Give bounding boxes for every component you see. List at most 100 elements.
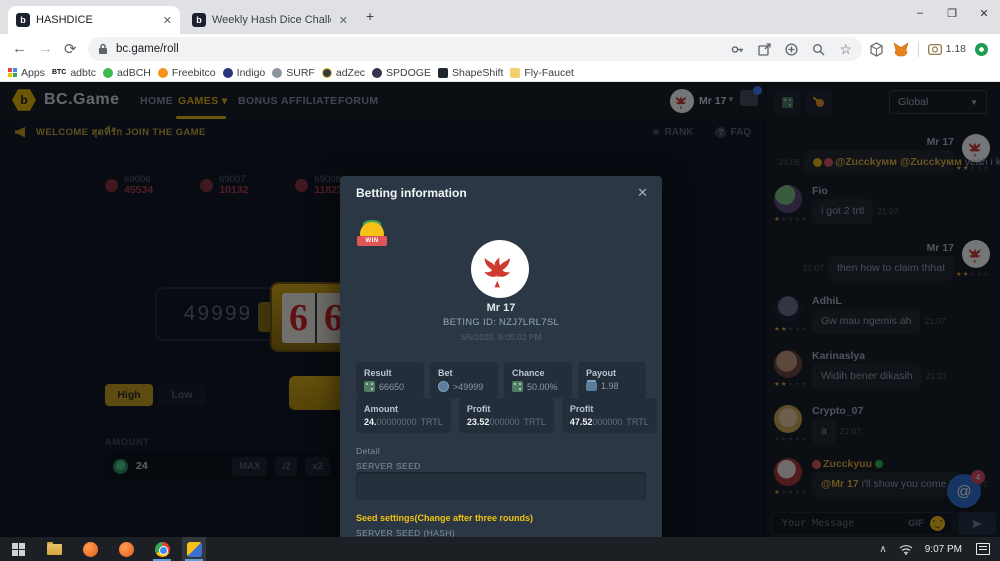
card-value: >49999 [453, 382, 483, 392]
tab-hashdice[interactable]: b HASHDICE ✕ [8, 6, 180, 34]
clock[interactable]: 9:07 PM [925, 544, 962, 555]
tab-title: HASHDICE [36, 14, 155, 26]
refresh-icon[interactable]: ⟳ [64, 40, 77, 58]
bcgame-favicon: b [16, 13, 30, 27]
seed-settings-label: Seed settings(Change after three rounds) [356, 513, 533, 523]
app-icon [119, 542, 134, 557]
bookmark-surf[interactable]: SURF [272, 67, 315, 79]
price-ticker-extension[interactable]: 1.18 [928, 43, 966, 55]
tab-strip: b HASHDICE ✕ b Weekly Hash Dice Challeng… [0, 0, 1000, 34]
server-seed-label: SERVER SEED [356, 461, 421, 471]
window-minimize-button[interactable]: – [904, 0, 936, 26]
coin-icon [438, 381, 449, 392]
card-label: Profit [467, 404, 546, 414]
server-seed-field[interactable] [356, 472, 646, 500]
bookmark-adzec[interactable]: adZec [322, 67, 365, 79]
bet-timestamp: 3/5/2020, 9:05:02 PM [340, 332, 662, 342]
currency-unit: TRTL [626, 417, 648, 427]
bookmark-label: ShapeShift [452, 67, 503, 79]
new-tab-button[interactable]: + [366, 8, 374, 24]
address-bar[interactable]: bc.game/roll ☆ [88, 37, 862, 61]
card-value: 50.00% [527, 382, 558, 392]
adblock-icon[interactable] [785, 43, 798, 56]
ticker-icon [928, 44, 942, 55]
bookmark-apps[interactable]: Apps [8, 67, 45, 79]
amount-strong: 24. [364, 417, 377, 427]
win-badge: WIN [357, 220, 387, 250]
zoom-icon[interactable] [812, 43, 825, 56]
win-ribbon: WIN [357, 236, 387, 246]
bookmark-label: Apps [21, 67, 45, 79]
bookmark-shapeshift[interactable]: ShapeShift [438, 67, 503, 79]
share-icon[interactable] [758, 43, 771, 56]
taskbar-app-2[interactable] [114, 537, 138, 561]
bookmark-label: adZec [336, 67, 365, 79]
card-label: Chance [512, 368, 564, 378]
flyfaucet-icon [510, 68, 520, 78]
active-app-button[interactable] [182, 537, 206, 561]
window-maximize-button[interactable]: ❐ [936, 0, 968, 26]
back-icon[interactable]: ← [12, 40, 27, 57]
forward-icon[interactable]: → [38, 40, 53, 57]
bookmark-label: Freebitco [172, 67, 216, 79]
tab-close-icon[interactable]: ✕ [163, 14, 172, 27]
extension-cube-icon[interactable] [869, 42, 884, 57]
tab-close-icon[interactable]: ✕ [339, 14, 348, 27]
spdoge-icon [372, 68, 382, 78]
bookmark-indigo[interactable]: Indigo [223, 67, 266, 79]
green-extension-icon[interactable] [975, 43, 988, 56]
amount-rest: 00000000 [377, 417, 417, 427]
card-label: Result [364, 368, 416, 378]
phoenix-icon [478, 247, 522, 291]
tab-challenge[interactable]: b Weekly Hash Dice Challenge - Se ✕ [184, 6, 356, 34]
file-explorer-button[interactable] [42, 537, 66, 561]
amount-card: Amount 24.00000000TRTL [356, 398, 451, 433]
bookmark-label: adbtc [70, 67, 96, 79]
result-card: Result 66650 [356, 362, 424, 398]
modal-close-icon[interactable]: ✕ [637, 185, 648, 201]
tray-expand-icon[interactable]: ∧ [879, 544, 886, 555]
bookmark-label: Indigo [237, 67, 266, 79]
stat-cards-row1: Result 66650 Bet >49999 Chance 50.00% Pa… [356, 362, 646, 398]
card-value: 66650 [379, 382, 404, 392]
chance-card: Chance 50.00% [504, 362, 572, 398]
surf-icon [272, 68, 282, 78]
profit-rest: 000000 [592, 417, 622, 427]
detail-label: Detail [356, 446, 380, 456]
adzec-icon [322, 68, 332, 78]
window-close-button[interactable]: ✕ [968, 0, 1000, 26]
server-seed-hash-label: SERVER SEED (HASH) [356, 528, 455, 537]
action-center-icon[interactable] [976, 543, 990, 555]
screen: b HASHDICE ✕ b Weekly Hash Dice Challeng… [0, 0, 1000, 561]
bookmark-adbtc[interactable]: BTCadbtc [52, 67, 96, 79]
betting-info-modal: Betting information ✕ WIN Mr 17 BETING I… [340, 176, 662, 537]
bcgame-favicon: b [192, 13, 206, 27]
lock-icon [98, 43, 108, 55]
bookmark-label: adBCH [117, 67, 151, 79]
url-text: bc.game/roll [116, 43, 179, 55]
chrome-icon [155, 542, 170, 557]
start-button[interactable] [6, 537, 30, 561]
bookmark-spdoge[interactable]: SPDOGE [372, 67, 431, 79]
card-value: 1.98 [601, 381, 619, 391]
player-avatar[interactable] [471, 240, 529, 298]
profit-total-card: Profit 47.52000000TRTL [562, 398, 657, 433]
chrome-taskbar-button[interactable] [150, 537, 174, 561]
profit-strong: 23.52 [467, 417, 490, 427]
bookmarks-bar: Apps BTCadbtc adBCH Freebitco Indigo SUR… [0, 64, 1000, 82]
app-icon [83, 542, 98, 557]
payout-card: Payout 1.98 [578, 362, 646, 398]
taskbar-app-1[interactable] [78, 537, 102, 561]
stat-cards-row2: Amount 24.00000000TRTL Profit 23.5200000… [356, 398, 646, 433]
currency-unit: TRTL [523, 417, 545, 427]
wifi-icon[interactable] [899, 544, 913, 555]
bookmark-freebitco[interactable]: Freebitco [158, 67, 216, 79]
bookmark-adbch[interactable]: adBCH [103, 67, 151, 79]
password-key-icon[interactable] [731, 43, 744, 56]
bookmark-flyfaucet[interactable]: Fly-Faucet [510, 67, 574, 79]
metamask-icon[interactable] [893, 42, 909, 57]
indigo-icon [223, 68, 233, 78]
currency-unit: TRTL [421, 417, 443, 427]
bookmark-label: SPDOGE [386, 67, 431, 79]
bookmark-star-icon[interactable]: ☆ [839, 43, 852, 55]
